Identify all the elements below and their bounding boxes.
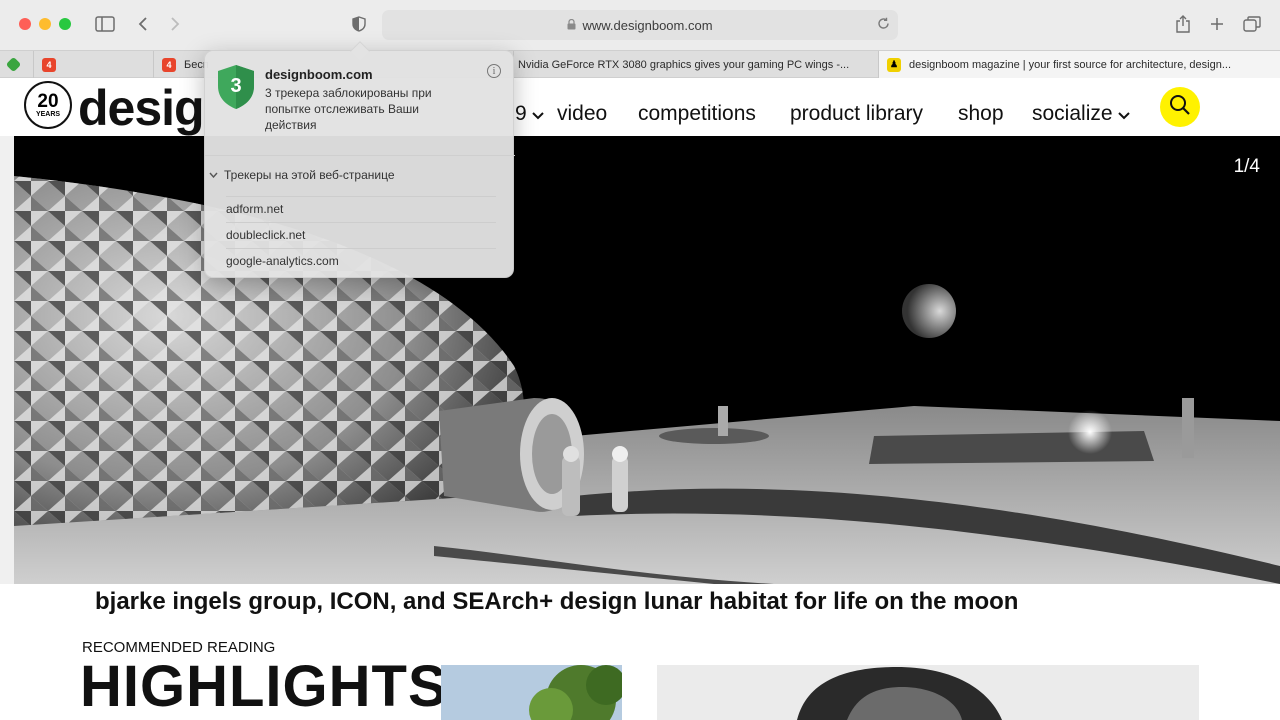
popover-site-name: designboom.com (265, 67, 373, 82)
tracker-item: doubleclick.net (226, 228, 306, 242)
site-header: 20 YEARS desig 9 video competitions prod… (0, 78, 1280, 136)
logo-years-number: 20 (37, 91, 59, 112)
tracker-divider (226, 222, 496, 223)
nav-label: competitions (638, 102, 756, 125)
window-close-button[interactable] (19, 18, 31, 30)
trackers-section-title: Трекеры на этой веб-странице (224, 168, 395, 182)
tracker-item: google-analytics.com (226, 254, 339, 268)
search-icon (1169, 94, 1191, 121)
tab-label: designboom magazine | your first source … (909, 58, 1232, 71)
logo-20-years-badge[interactable]: 20 YEARS (24, 81, 72, 129)
chevron-down-icon (531, 108, 544, 123)
tracker-shield-icon: 3 (217, 64, 255, 110)
nav-label: 9 (515, 102, 527, 125)
share-icon[interactable] (1173, 12, 1193, 36)
tab-4[interactable]: Nvidia GeForce RTX 3080 graphics gives y… (513, 51, 878, 78)
nav-label: socialize (1032, 102, 1113, 125)
nav-label: video (557, 102, 608, 125)
logo-years-label: YEARS (35, 111, 61, 118)
tab-overview-icon[interactable] (1242, 12, 1262, 36)
site-logo[interactable]: desig (78, 79, 205, 137)
forward-icon[interactable] (166, 12, 184, 36)
nav-item-video[interactable]: video (557, 102, 607, 126)
hero-caption-link[interactable]: bjarke ingels group, ICON, and SEArch+ d… (95, 588, 1018, 616)
tracker-count: 3 (230, 75, 242, 97)
tab-favicon-icon: 4 (162, 57, 176, 72)
tab-5-active[interactable]: ♟ designboom magazine | your first sourc… (878, 51, 1280, 78)
privacy-report-popover: 3 designboom.com 3 трекера заблокированы… (204, 41, 515, 278)
hero-left-gutter (0, 136, 14, 584)
privacy-shield-icon[interactable] (349, 12, 369, 36)
nav-label: shop (958, 102, 1004, 125)
tab-2[interactable]: 4 (33, 51, 153, 78)
popover-message: 3 трекера заблокированы при попытке отсл… (265, 86, 432, 132)
tab-bar: 4 4 Бесп Nvidia GeForce RTX 3080 graphic… (0, 50, 1280, 78)
popover-divider (205, 155, 515, 156)
tab-label: Nvidia GeForce RTX 3080 graphics gives y… (518, 58, 850, 71)
sidebar-icon[interactable] (94, 12, 116, 36)
reload-icon[interactable] (877, 17, 890, 33)
tab-favicon-icon (5, 56, 22, 73)
nav-item-product-library[interactable]: product library (790, 102, 923, 126)
tracker-divider (226, 196, 496, 197)
highlight-thumbnail-2[interactable] (657, 665, 1199, 720)
url-text: www.designboom.com (582, 17, 713, 33)
trackers-section-toggle[interactable]: Трекеры на этой веб-странице (209, 168, 395, 182)
highlight-thumbnail-1[interactable] (441, 665, 622, 720)
window-minimize-button[interactable] (39, 18, 51, 30)
info-icon[interactable]: i (487, 64, 501, 78)
nav-label: product library (790, 102, 924, 125)
nav-item-9[interactable]: 9 (515, 102, 544, 126)
chevron-down-icon (209, 170, 218, 181)
tab-favicon-icon: 4 (42, 57, 56, 72)
back-icon[interactable] (134, 12, 152, 36)
nav-item-shop[interactable]: shop (958, 102, 1004, 126)
search-button[interactable] (1160, 87, 1200, 127)
tracker-item: adform.net (226, 202, 284, 216)
tracker-divider (226, 248, 496, 249)
tab-1[interactable] (0, 51, 33, 78)
lock-icon (567, 18, 576, 33)
address-bar[interactable]: www.designboom.com (382, 10, 898, 40)
nav-item-competitions[interactable]: competitions (638, 102, 756, 126)
browser-toolbar: www.designboom.com (0, 0, 1280, 50)
chevron-down-icon (1117, 108, 1130, 123)
new-tab-icon[interactable] (1207, 12, 1227, 36)
window-zoom-button[interactable] (59, 18, 71, 30)
highlights-heading: HIGHLIGHTS (80, 654, 448, 719)
tab-favicon-icon: ♟ (887, 57, 901, 72)
slide-counter: 1/4 (1233, 156, 1260, 177)
nav-item-socialize[interactable]: socialize (1032, 102, 1130, 126)
